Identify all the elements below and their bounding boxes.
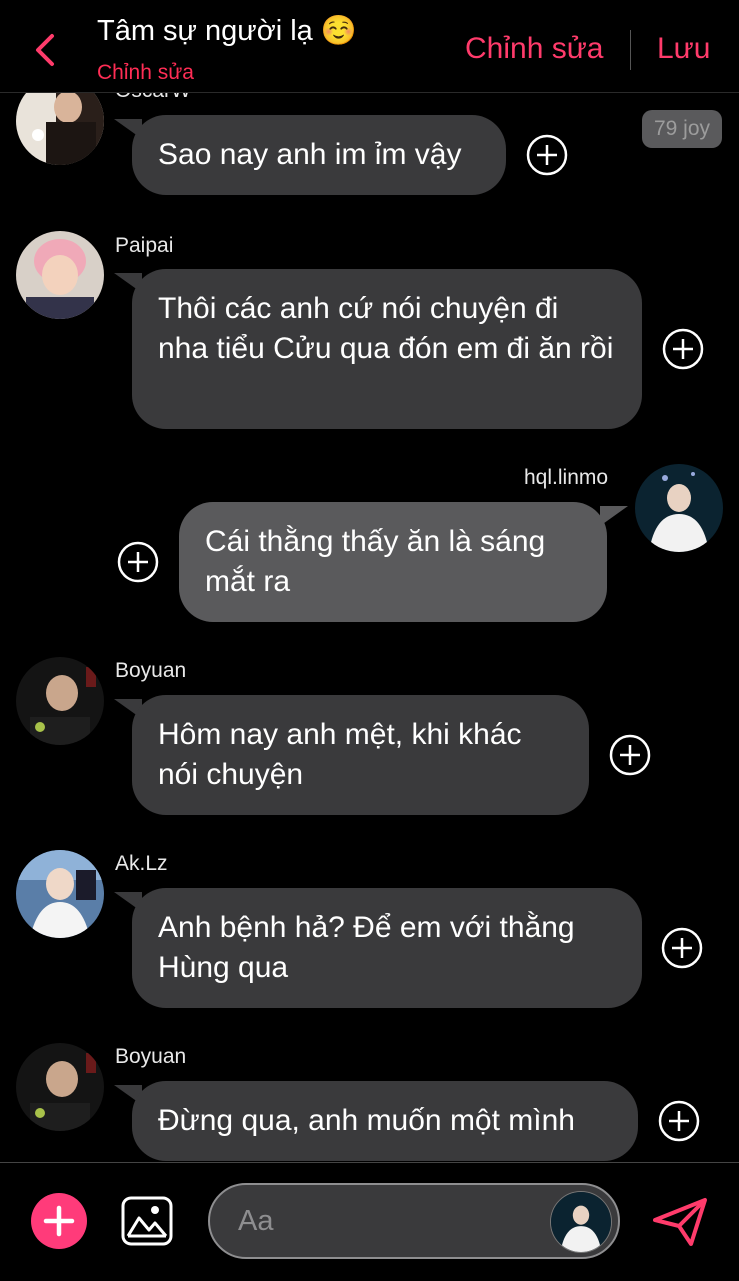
- plus-circle-icon[interactable]: [662, 328, 704, 370]
- edit-button[interactable]: Chỉnh sửa: [465, 32, 604, 66]
- sender-name: Boyuan: [115, 1045, 187, 1068]
- avatar[interactable]: [635, 464, 723, 552]
- chat-title: Tâm sự người lạ ☺️: [97, 15, 357, 47]
- message-bubble[interactable]: Cái thằng thấy ăn là sáng mắt ra: [179, 502, 607, 622]
- chat-header: Tâm sự người lạ ☺️ Chỉnh sửa Chỉnh sửa L…: [0, 0, 739, 93]
- sender-name: Ak.Lz: [115, 852, 168, 875]
- image-icon[interactable]: [121, 1196, 173, 1246]
- back-chevron-icon[interactable]: [30, 30, 60, 70]
- message-input-placeholder: Aa: [238, 1205, 274, 1237]
- avatar[interactable]: [16, 231, 104, 319]
- sender-name: Paipai: [115, 234, 174, 257]
- send-icon[interactable]: [651, 1196, 709, 1248]
- avatar[interactable]: [16, 1043, 104, 1131]
- avatar[interactable]: [550, 1191, 612, 1253]
- message-bubble[interactable]: Sao nay anh im ỉm vậy: [132, 115, 506, 195]
- avatar[interactable]: [16, 93, 104, 165]
- save-button[interactable]: Lưu: [657, 32, 710, 66]
- add-button[interactable]: [31, 1193, 87, 1249]
- plus-circle-icon[interactable]: [117, 541, 159, 583]
- message-list[interactable]: OscarW Sao nay anh im ỉm vậy 79 joy Paip…: [0, 93, 739, 1161]
- add-icon: [43, 1205, 75, 1237]
- plus-circle-icon[interactable]: [658, 1100, 700, 1142]
- avatar[interactable]: [16, 657, 104, 745]
- message-bubble[interactable]: Đừng qua, anh muốn một mình: [132, 1081, 638, 1161]
- sender-name: OscarW: [115, 93, 191, 103]
- plus-circle-icon[interactable]: [609, 734, 651, 776]
- plus-circle-icon[interactable]: [526, 134, 568, 176]
- message-input[interactable]: Aa: [208, 1183, 620, 1259]
- chat-subtitle-edit[interactable]: Chỉnh sửa: [97, 61, 194, 85]
- message-bubble[interactable]: Anh bệnh hả? Để em với thằng Hùng qua: [132, 888, 642, 1008]
- message-bubble[interactable]: Thôi các anh cứ nói chuyện đi nha tiểu C…: [132, 269, 642, 429]
- header-divider: [630, 30, 631, 70]
- avatar[interactable]: [16, 850, 104, 938]
- composer-bar: Aa: [0, 1162, 739, 1281]
- plus-circle-icon[interactable]: [661, 927, 703, 969]
- message-bubble[interactable]: Hôm nay anh mệt, khi khác nói chuyện: [132, 695, 589, 815]
- sender-name: hql.linmo: [524, 466, 609, 489]
- joy-badge: 79 joy: [642, 110, 722, 148]
- sender-name: Boyuan: [115, 659, 187, 682]
